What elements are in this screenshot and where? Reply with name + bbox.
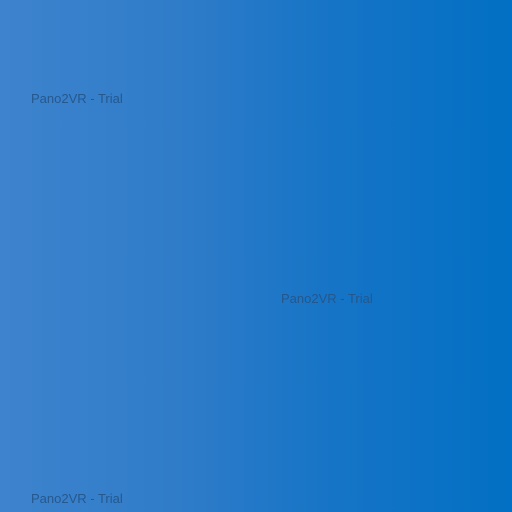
trial-watermark: Pano2VR - Trial xyxy=(281,291,373,306)
trial-watermark: Pano2VR - Trial xyxy=(31,491,123,506)
panorama-viewport[interactable]: Pano2VR - Trial Pano2VR - Trial Pano2VR … xyxy=(0,0,512,512)
trial-watermark: Pano2VR - Trial xyxy=(31,91,123,106)
